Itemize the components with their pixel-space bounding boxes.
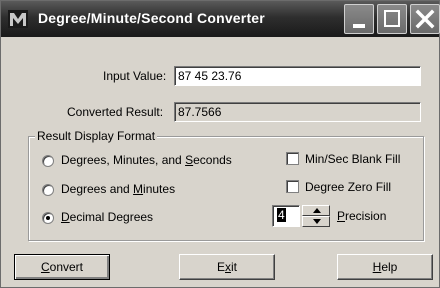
exit-button[interactable]: Exit <box>179 254 275 280</box>
radio-decimal[interactable] <box>42 212 54 224</box>
precision-down-button[interactable] <box>302 216 330 227</box>
degree-zero-fill-checkbox[interactable] <box>286 180 299 193</box>
radio-dm[interactable] <box>42 184 54 196</box>
precision-value: 4 <box>277 208 286 222</box>
minsec-blank-fill-checkbox[interactable] <box>286 152 299 165</box>
converter-window: Degree/Minute/Second Converter Input Val… <box>0 0 440 288</box>
radio-dms[interactable] <box>42 155 54 167</box>
precision-input[interactable]: 4 <box>272 205 300 227</box>
precision-label: Precision <box>337 209 387 223</box>
input-value-field[interactable]: 87 45 23.76 <box>174 66 421 86</box>
radio-selected-dot <box>46 216 50 220</box>
maximize-icon <box>384 10 400 27</box>
radio-dm-label[interactable]: Degrees and Minutes <box>61 182 175 196</box>
converted-result-text: 87.7566 <box>178 105 222 119</box>
converted-result-label: Converted Result: <box>67 105 164 119</box>
radio-decimal-label[interactable]: Decimal Degrees <box>61 210 153 224</box>
radio-dms-label[interactable]: Degrees, Minutes, and Seconds <box>61 153 232 167</box>
close-icon <box>415 9 435 29</box>
degree-zero-fill-label[interactable]: Degree Zero Fill <box>305 180 391 194</box>
arrow-down-icon <box>313 219 321 224</box>
convert-button[interactable]: Convert <box>14 254 110 280</box>
minimize-button[interactable] <box>344 4 374 34</box>
arrow-up-icon <box>313 208 321 213</box>
close-button[interactable] <box>410 4 440 34</box>
maximize-button[interactable] <box>377 4 407 34</box>
input-value-text: 87 45 23.76 <box>178 69 242 83</box>
minsec-blank-fill-label[interactable]: Min/Sec Blank Fill <box>305 152 400 166</box>
title-bar[interactable]: Degree/Minute/Second Converter <box>1 1 440 37</box>
result-format-legend: Result Display Format <box>35 129 158 143</box>
minimize-icon <box>353 24 365 28</box>
window-title: Degree/Minute/Second Converter <box>38 10 265 26</box>
app-icon <box>8 10 28 28</box>
help-button[interactable]: Help <box>337 254 433 280</box>
converted-result-field: 87.7566 <box>174 102 421 122</box>
input-value-label: Input Value: <box>103 69 167 83</box>
precision-up-button[interactable] <box>302 205 330 216</box>
